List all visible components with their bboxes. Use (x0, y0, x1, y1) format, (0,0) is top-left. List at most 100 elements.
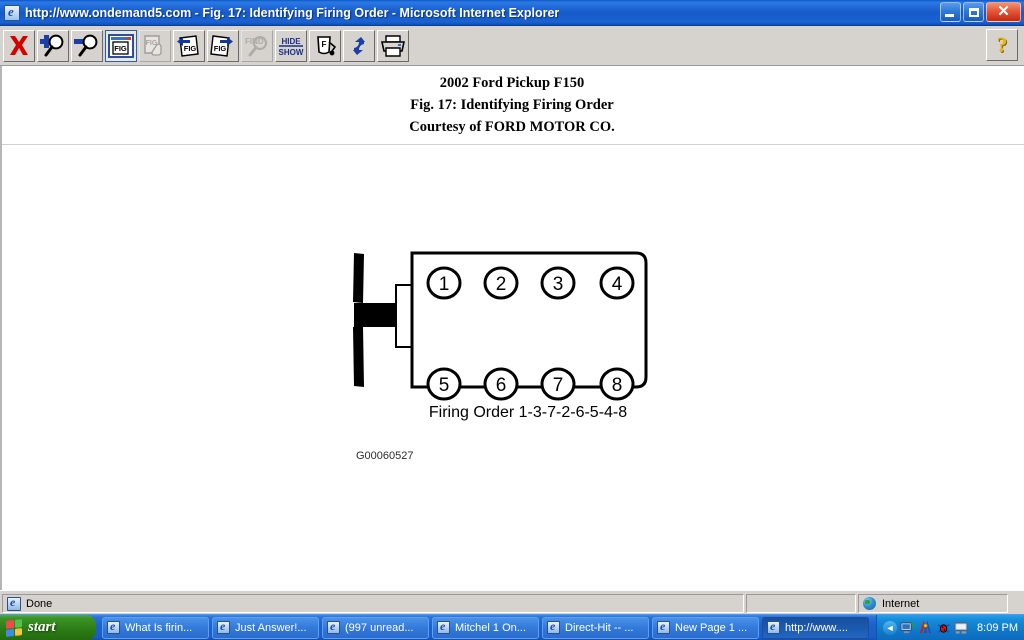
close-figure-button[interactable] (3, 29, 35, 62)
cylinder-2: 2 (483, 266, 519, 300)
security-zone-pane[interactable]: Internet (858, 594, 1008, 613)
svg-text:1: 1 (439, 274, 450, 295)
security-zone-label: Internet (882, 597, 920, 610)
document-title-vehicle: 2002 Ford Pickup F150 (439, 75, 585, 91)
ie-window: http://www.ondemand5.com - Fig. 17: Iden… (0, 0, 1024, 640)
taskbar-item-label: Mitchel 1 On... (455, 621, 526, 634)
ie-icon-small (657, 619, 670, 634)
figure-reference-code: G00060527 (356, 450, 414, 462)
zoom-in-button[interactable] (37, 29, 69, 62)
svg-text:4: 4 (612, 274, 623, 295)
zoom-out-button[interactable] (71, 29, 103, 62)
minimize-button[interactable] (940, 2, 961, 22)
printer-icon (381, 34, 405, 57)
engine-diagram: FRONT OF VEHICLE (353, 251, 648, 421)
red-x-icon (10, 35, 28, 55)
close-icon: ✕ (997, 3, 1010, 20)
highlight-button[interactable]: F (309, 29, 341, 62)
svg-text:7: 7 (553, 375, 564, 396)
fan-blade-icon (353, 253, 398, 387)
ie-icon-small (7, 595, 21, 611)
taskbar-item-label: http://www.... (785, 621, 848, 634)
cylinder-5: 5 (426, 367, 462, 401)
ie-icon-small (107, 619, 120, 634)
ie-icon-small (327, 619, 340, 634)
find-magnifier-icon: FIND (245, 35, 267, 56)
svg-text:5: 5 (439, 375, 450, 396)
svg-text:FIG: FIG (114, 44, 127, 53)
document-header: 2002 Ford Pickup F150 Fig. 17: Identifyi… (0, 66, 1024, 145)
hide-show-button[interactable]: HIDE SHOW (275, 29, 307, 62)
magnifier-plus-icon (40, 34, 64, 56)
taskbar-item[interactable]: What Is firin... (102, 616, 209, 639)
ie-icon-small (217, 619, 230, 634)
cylinder-8: 8 (599, 367, 635, 401)
ie-icon-small (547, 619, 560, 634)
bug-shield-icon[interactable] (936, 621, 951, 635)
fig-next-button[interactable]: FIG (207, 29, 239, 62)
network-monitor-icon[interactable] (900, 621, 915, 635)
fig-hand-icon: FIG (144, 34, 162, 56)
svg-text:F: F (322, 40, 327, 49)
title-bar: http://www.ondemand5.com - Fig. 17: Iden… (0, 0, 1024, 26)
document-courtesy: Courtesy of FORD MOTOR CO. (409, 119, 615, 135)
start-button[interactable]: start (0, 614, 96, 640)
rotate-button[interactable] (343, 29, 375, 62)
firing-order-figure: FRONT OF VEHICLE (0, 145, 1024, 462)
minimize-icon (945, 14, 954, 17)
ie-icon-small (437, 619, 450, 634)
taskbar-item[interactable]: (997 unread... (322, 616, 429, 639)
find-button[interactable]: FIND (241, 29, 273, 62)
taskbar-item[interactable]: Mitchel 1 On... (432, 616, 539, 639)
hide-show-icon: HIDE SHOW (279, 37, 304, 57)
cylinder-4: 4 (599, 266, 635, 300)
close-button[interactable]: ✕ (986, 2, 1021, 22)
svg-text:3: 3 (553, 274, 564, 295)
taskbar-item[interactable]: Just Answer!... (212, 616, 319, 639)
document-title-figure: Fig. 17: Identifying Firing Order (410, 97, 614, 113)
cylinder-7: 7 (540, 367, 576, 401)
restore-icon (969, 8, 979, 17)
taskbar-item-label: Direct-Hit -- ... (565, 621, 634, 634)
taskbar: start What Is firin... Just Answer!... (… (0, 614, 1024, 640)
display-settings-icon[interactable] (954, 621, 969, 635)
help-button[interactable]: ? (986, 29, 1018, 61)
taskbar-item-active[interactable]: http://www.... (762, 616, 869, 639)
firing-order-caption: Firing Order 1-3-7-2-6-5-4-8 (429, 404, 627, 421)
restore-button[interactable] (963, 2, 984, 22)
taskbar-item[interactable]: New Page 1 ... (652, 616, 759, 639)
magnifier-minus-icon (74, 34, 98, 56)
taskbar-item[interactable]: Direct-Hit -- ... (542, 616, 649, 639)
cylinder-3: 3 (540, 266, 576, 300)
cylinder-6: 6 (483, 367, 519, 401)
taskbar-clock[interactable]: 8:09 PM (977, 622, 1018, 634)
status-message-pane: Done (2, 594, 744, 613)
fig-back-arrow-icon: FIG (177, 34, 199, 57)
start-label: start (28, 619, 56, 635)
rotate-arrows-icon (353, 36, 365, 55)
svg-text:6: 6 (496, 375, 507, 396)
paint-bucket-icon: F (317, 35, 337, 55)
ie-icon-small (767, 619, 780, 634)
figure-toolbar: FIG FIG FIG FIG FIND HIDE SHOW F ? (0, 26, 1024, 66)
status-text: Done (26, 597, 53, 610)
cylinder-1: 1 (426, 266, 462, 300)
fig-window-icon: FIG (108, 33, 134, 58)
taskbar-item-label: New Page 1 ... (675, 621, 748, 634)
taskbar-items: What Is firin... Just Answer!... (997 un… (102, 616, 876, 639)
fig-forward-arrow-icon: FIG (210, 34, 233, 57)
fig-hand-button[interactable]: FIG (139, 29, 171, 62)
antivirus-icon[interactable] (918, 620, 933, 635)
globe-icon (863, 597, 876, 610)
fig-previous-button[interactable]: FIG (173, 29, 205, 62)
taskbar-item-label: What Is firin... (125, 621, 193, 634)
tray-expand-icon[interactable]: ◄ (883, 620, 898, 635)
svg-text:HIDE: HIDE (281, 37, 301, 46)
status-bar: Done Internet (0, 590, 1024, 614)
fig-window-button[interactable]: FIG (105, 29, 137, 62)
svg-text:FIG: FIG (184, 44, 197, 53)
svg-text:8: 8 (612, 375, 623, 396)
status-spacer-pane (746, 594, 856, 613)
print-button[interactable] (377, 29, 409, 62)
svg-text:SHOW: SHOW (279, 48, 304, 57)
